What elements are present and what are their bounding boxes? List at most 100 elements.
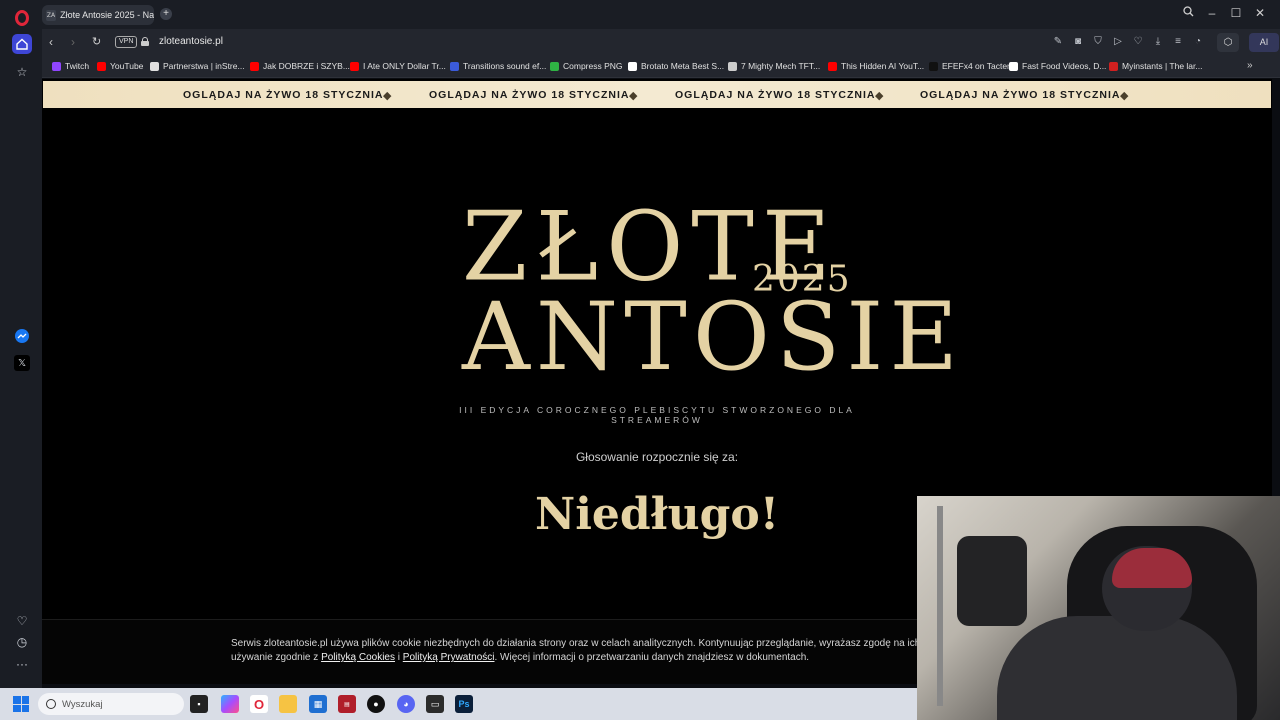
bookmark-label: I Ate ONLY Dollar Tr... [363,61,446,71]
x-twitter-icon[interactable]: 𝕏 [14,355,30,371]
opera-sidebar: ☆ 𝕏 ♡ ◷ ··· [0,0,42,688]
bookmark-favicon-icon [728,61,737,71]
history-icon[interactable]: ◷ [14,634,30,650]
edit-icon[interactable]: ✎ [1052,36,1064,47]
opera-logo-icon[interactable] [15,10,29,26]
discord-icon[interactable]: ◕ [397,695,415,713]
ticker-separator-icon: ◆ [383,90,392,102]
ticker-text: OGLĄDAJ NA ŻYWO 18 STYCZNIA [920,89,1121,101]
reload-icon[interactable]: ↻ [92,35,101,48]
new-tab-button[interactable]: + [160,8,172,20]
bookmark-item[interactable]: This Hidden AI YouT... [828,61,924,71]
bookmark-label: EFEFx4 on Tacter [942,61,1010,71]
terminal-icon[interactable]: ▭ [426,695,444,713]
url-field[interactable]: zloteantosie.pl [159,36,223,47]
photoshop-icon[interactable]: Ps [455,695,473,713]
menu-icon[interactable]: ≡ [1172,36,1184,47]
bookmark-favicon-icon [350,61,359,71]
maximize-icon[interactable]: ☐ [1228,6,1244,20]
bookmarks-bar: Twitch YouTube Partnerstwa | inStre... Jak … [42,56,1280,78]
file-explorer-icon[interactable] [279,695,297,713]
ai-button[interactable]: AI [1249,33,1279,52]
ticker-text: OGLĄDAJ NA ŻYWO 18 STYCZNIA [429,89,630,101]
close-icon[interactable]: ✕ [1252,6,1268,20]
bookmark-label: Myinstants | The lar... [1122,61,1203,71]
opera-taskbar-icon[interactable]: O [250,695,268,713]
ticker-text: OGLĄDAJ NA ŻYWO 18 STYCZNIA [183,89,384,101]
profile-icon[interactable]: ◔ [1192,36,1204,47]
search-tabs-icon[interactable] [1180,6,1196,20]
obs-icon[interactable]: ● [367,695,385,713]
bookmark-favicon-icon [97,61,106,71]
messenger-icon[interactable] [14,328,30,344]
bookmark-item[interactable]: EFEFx4 on Tacter [929,61,1010,71]
vote-label: Głosowanie rozpocznie się za: [575,450,739,464]
bookmark-label: Brotato Meta Best S... [641,61,725,71]
ticker-banner: OGLĄDAJ NA ŻYWO 18 STYCZNIA ◆ OGLĄDAJ NA Ż… [43,81,1271,108]
bookmark-label: Fast Food Videos, D... [1022,61,1107,71]
task-view-icon[interactable]: ▪ [190,695,208,713]
bookmark-item[interactable]: Compress PNG [550,61,623,71]
bookmark-favicon-icon [450,61,459,71]
bookmarks-more-icon[interactable]: » [1247,60,1253,71]
heart-icon[interactable]: ♡ [14,613,30,629]
star-icon[interactable]: ☆ [14,64,30,80]
taskbar-search[interactable]: Wyszukaj [38,693,184,715]
bookmark-item[interactable]: Brotato Meta Best S... [628,61,724,71]
cookie-and: i [397,652,400,663]
copilot-icon[interactable] [221,695,239,713]
play-icon[interactable]: ▷ [1112,36,1124,47]
bookmark-item[interactable]: 7 Mighty Mech TFT... [728,61,820,71]
privacy-policy-link[interactable]: Polityką Prywatności [403,652,495,663]
download-icon[interactable]: ⤓ [1152,36,1164,47]
ticker-separator-icon: ◆ [875,90,884,102]
camera-icon[interactable]: ◙ [1072,36,1084,47]
bookmark-label: This Hidden AI YouT... [841,61,925,71]
forward-icon[interactable]: › [71,35,75,49]
ticker-text: OGLĄDAJ NA ŻYWO 18 STYCZNIA [675,89,876,101]
bookmark-label: 7 Mighty Mech TFT... [741,61,821,71]
bookmark-favicon-icon [550,61,559,71]
vpn-badge[interactable]: VPN [115,36,138,48]
home-icon[interactable] [12,34,32,54]
app-icon[interactable]: ▤ [338,695,356,713]
more-icon[interactable]: ··· [14,656,30,672]
bookmark-item[interactable]: Transitions sound ef... [450,61,546,71]
lock-icon[interactable] [141,37,149,46]
search-icon [46,699,56,709]
bookmark-label: Partnerstwa | inStre... [163,61,245,71]
countdown: Niedługo! [534,489,780,540]
taskbar-search-placeholder: Wyszukaj [62,698,103,710]
bookmark-label: YouTube [110,61,144,71]
bookmark-item[interactable]: I Ate ONLY Dollar Tr... [350,61,446,71]
bookmark-item[interactable]: Twitch [52,61,89,71]
tab-favicon-icon: ZA [46,9,57,21]
heart-toolbar-icon[interactable]: ♡ [1132,36,1144,47]
bookmark-item[interactable]: Partnerstwa | inStre... [150,61,245,71]
bookmark-item[interactable]: YouTube [97,61,143,71]
bookmark-favicon-icon [628,61,637,71]
ticker-separator-icon: ◆ [1120,90,1129,102]
minimize-icon[interactable]: – [1204,6,1220,20]
bookmark-item[interactable]: Jak DOBRZE i SZYB... [250,61,350,71]
title-bar [42,0,1280,29]
cookie-policy-link[interactable]: Polityką Cookies [321,652,395,663]
subtitle: III EDYCJA COROCZNEGO PLEBISCYTU STWORZO… [459,405,855,425]
bookmark-item[interactable]: Myinstants | The lar... [1109,61,1202,71]
tab-zloteantosie[interactable]: ZA Złote Antosie 2025 - Najw [42,5,154,25]
bookmark-favicon-icon [929,61,938,71]
store-icon[interactable]: ▦ [309,695,327,713]
bookmark-item[interactable]: Fast Food Videos, D... [1009,61,1106,71]
extensions-icon[interactable]: ⬡ [1217,33,1239,52]
windows-start-icon[interactable] [13,696,29,712]
title-line-2: ANTOSIE [462,283,965,392]
shield-icon[interactable]: ⛉ [1092,36,1104,47]
cookie-line-2-suffix: . Więcej informacji o przetwarzaniu dany… [494,652,810,663]
webcam-overlay [917,496,1280,720]
cookie-line-2-prefix: używanie zgodnie z [231,652,319,663]
bookmark-favicon-icon [1109,61,1118,71]
back-icon[interactable]: ‹ [49,35,53,49]
cookie-line-1: Serwis zloteantosie.pl używa plików cook… [231,638,921,649]
bookmark-favicon-icon [1009,61,1018,71]
bookmark-label: Compress PNG [563,61,623,71]
